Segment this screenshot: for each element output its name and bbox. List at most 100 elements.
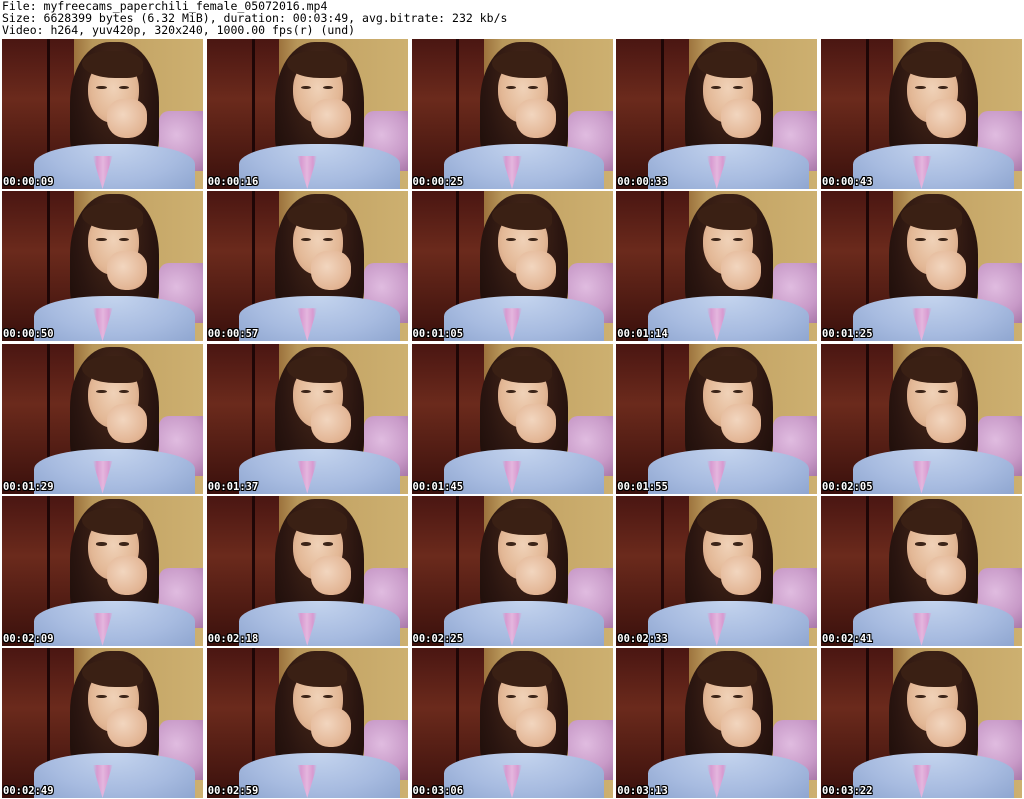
right-eye xyxy=(937,694,948,698)
video-frame-thumbnail: 00:01:45 xyxy=(411,343,613,494)
hand xyxy=(720,708,761,747)
video-info-line: Video: h264, yuv420p, 320x240, 1000.00 f… xyxy=(2,23,356,37)
frame-timestamp: 00:00:16 xyxy=(207,176,259,188)
shirt xyxy=(853,144,1014,189)
left-eye xyxy=(96,694,107,698)
frame-timestamp: 00:02:59 xyxy=(207,785,259,797)
hand xyxy=(720,403,761,443)
bangs xyxy=(82,660,143,687)
video-frame-thumbnail: 00:01:37 xyxy=(206,343,408,494)
shirt xyxy=(238,144,400,189)
frame-timestamp: 00:00:33 xyxy=(617,176,668,188)
bangs xyxy=(82,51,143,78)
video-frame-thumbnail: 00:01:05 xyxy=(411,191,613,342)
shirt xyxy=(238,448,400,494)
shirt xyxy=(238,296,400,342)
left-eye xyxy=(96,237,107,242)
hand xyxy=(516,708,557,747)
video-frame-thumbnail: 00:02:09 xyxy=(2,495,203,646)
video-frame-thumbnail: 00:02:59 xyxy=(206,648,408,798)
hand xyxy=(106,708,147,747)
right-eye xyxy=(937,542,948,546)
left-eye xyxy=(96,85,107,89)
frame-timestamp: 00:02:18 xyxy=(207,632,259,645)
hand xyxy=(925,403,966,443)
frame-timestamp: 00:00:57 xyxy=(207,328,259,341)
right-eye xyxy=(323,85,334,89)
hand xyxy=(106,251,147,291)
right-eye xyxy=(118,694,129,698)
video-frame-thumbnail: 00:00:57 xyxy=(206,191,408,342)
left-eye xyxy=(915,542,926,546)
left-eye xyxy=(505,542,517,546)
file-info-header: File: myfreecams_paperchili_female_05072… xyxy=(2,0,1022,38)
shirt xyxy=(443,448,605,494)
shirt xyxy=(648,448,810,494)
left-eye xyxy=(710,85,721,89)
shirt xyxy=(853,448,1014,494)
hand xyxy=(516,403,557,443)
shirt xyxy=(648,144,810,189)
bangs xyxy=(82,355,143,383)
bangs xyxy=(491,355,553,383)
shirt xyxy=(853,296,1014,342)
frame-timestamp: 00:01:45 xyxy=(412,480,464,493)
right-eye xyxy=(732,694,743,698)
frame-timestamp: 00:01:37 xyxy=(207,480,259,493)
frame-timestamp: 00:01:14 xyxy=(617,328,668,341)
bangs xyxy=(696,507,757,535)
shirt xyxy=(34,144,195,189)
video-frame-thumbnail: 00:00:16 xyxy=(206,39,408,189)
frame-timestamp: 00:03:13 xyxy=(617,785,668,797)
bangs xyxy=(82,507,143,535)
hand xyxy=(720,251,761,291)
hand xyxy=(925,99,966,138)
shirt xyxy=(443,296,605,342)
bangs xyxy=(901,355,962,383)
shirt xyxy=(443,753,605,798)
left-eye xyxy=(96,542,107,546)
video-frame-thumbnail: 00:03:22 xyxy=(821,648,1022,798)
right-eye xyxy=(118,542,129,546)
bangs xyxy=(901,51,962,78)
video-frame-thumbnail: 00:03:13 xyxy=(616,648,818,798)
left-eye xyxy=(915,85,926,89)
shirt xyxy=(34,448,195,494)
shirt xyxy=(648,753,810,798)
right-eye xyxy=(323,542,334,546)
frame-timestamp: 00:03:06 xyxy=(412,785,464,797)
frame-timestamp: 00:00:09 xyxy=(3,176,54,188)
right-eye xyxy=(937,237,948,242)
frame-timestamp: 00:01:05 xyxy=(412,328,464,341)
shirt xyxy=(443,144,605,189)
shirt xyxy=(34,296,195,342)
video-frame-thumbnail: 00:01:55 xyxy=(616,343,818,494)
right-eye xyxy=(732,237,743,242)
hand xyxy=(720,99,761,138)
hand xyxy=(516,251,557,291)
shirt xyxy=(443,600,605,646)
bangs xyxy=(491,507,553,535)
video-frame-thumbnail: 00:01:29 xyxy=(2,343,203,494)
frame-timestamp: 00:00:50 xyxy=(3,328,54,341)
frame-timestamp: 00:02:41 xyxy=(822,632,873,645)
left-eye xyxy=(710,542,721,546)
hand xyxy=(311,555,352,595)
hand xyxy=(311,99,352,138)
video-frame-thumbnail: 00:02:25 xyxy=(411,495,613,646)
right-eye xyxy=(323,694,334,698)
bangs xyxy=(696,355,757,383)
right-eye xyxy=(528,85,539,89)
left-eye xyxy=(710,694,721,698)
left-eye xyxy=(301,85,312,89)
frame-timestamp: 00:03:22 xyxy=(822,785,873,797)
frame-timestamp: 00:01:55 xyxy=(617,480,668,493)
bangs xyxy=(287,507,348,535)
hand xyxy=(311,403,352,443)
bangs xyxy=(287,355,348,383)
hand xyxy=(925,251,966,291)
shirt xyxy=(238,753,400,798)
hand xyxy=(106,403,147,443)
frame-timestamp: 00:01:25 xyxy=(822,328,873,341)
video-frame-thumbnail: 00:02:41 xyxy=(821,495,1022,646)
